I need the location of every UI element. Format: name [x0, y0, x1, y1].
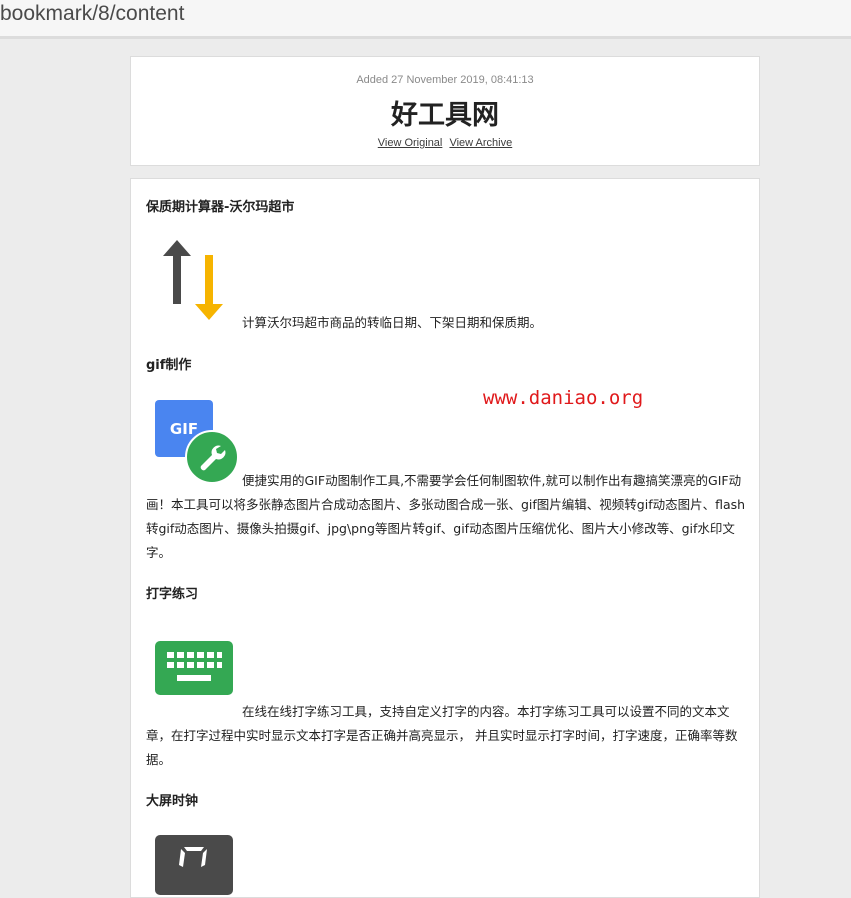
watermark: www.daniao.org — [483, 387, 644, 409]
section-title-shelf-life: 保质期计算器-沃尔玛超市 — [146, 200, 295, 215]
bookmark-header-card: Added 27 November 2019, 08:41:13 好工具网 Vi… — [130, 56, 760, 166]
view-archive-link[interactable]: View Archive — [449, 137, 512, 149]
digital-clock-icon — [155, 835, 233, 895]
address-bar[interactable]: bookmark/8/content — [0, 0, 851, 39]
section-desc-gif: 便捷实用的GIF动图制作工具,不需要学会任何制图软件,就可以制作出有趣搞笑漂亮的… — [146, 469, 746, 565]
view-original-link[interactable]: View Original — [378, 137, 443, 149]
section-desc-shelf-life: 计算沃尔玛超市商品的转临日期、下架日期和保质期。 — [146, 311, 746, 335]
section-desc-typing-text: 在线在线打字练习工具，支持自定义打字的内容。本打字练习工具可以设置不同的文本文章… — [146, 704, 738, 767]
section-title-gif: gif制作 — [146, 358, 192, 373]
section-desc-gif-text: 便捷实用的GIF动图制作工具,不需要学会任何制图软件,就可以制作出有趣搞笑漂亮的… — [146, 473, 746, 560]
keyboard-icon — [155, 641, 233, 695]
bookmark-content-card: 保质期计算器-沃尔玛超市 计算沃尔玛超市商品的转临日期、下架日期和保质期。 gi… — [130, 178, 760, 898]
section-title-typing: 打字练习 — [146, 587, 199, 602]
address-bar-url[interactable]: bookmark/8/content — [0, 2, 184, 26]
header-links: View Original View Archive — [131, 137, 759, 149]
page-title: 好工具网 — [391, 100, 499, 131]
svg-text:GIF: GIF — [170, 420, 198, 438]
added-timestamp: Added 27 November 2019, 08:41:13 — [356, 74, 534, 86]
arrows-up-down-icon — [163, 240, 223, 320]
section-desc-shelf-life-text: 计算沃尔玛超市商品的转临日期、下架日期和保质期。 — [242, 315, 543, 330]
address-bar-divider — [0, 36, 851, 39]
section-title-big-clock: 大屏时钟 — [146, 794, 199, 809]
section-desc-typing: 在线在线打字练习工具，支持自定义打字的内容。本打字练习工具可以设置不同的文本文章… — [146, 700, 746, 772]
